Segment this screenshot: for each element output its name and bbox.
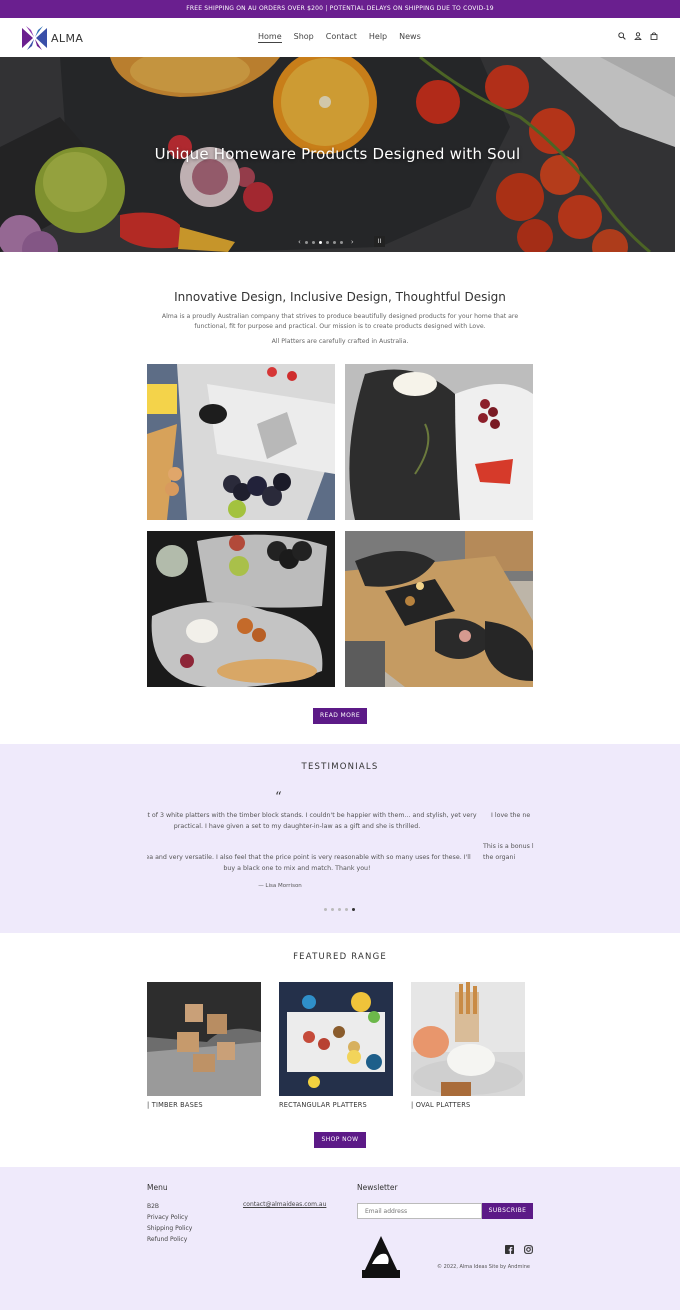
newsletter-email-input[interactable] bbox=[357, 1203, 482, 1219]
testimonial-dot[interactable] bbox=[331, 908, 334, 911]
announcement-bar: FREE SHIPPING ON AU ORDERS OVER $200 | P… bbox=[0, 0, 680, 18]
product-image[interactable] bbox=[147, 982, 261, 1096]
account-icon[interactable] bbox=[634, 32, 642, 40]
site-footer: Menu B2B Privacy Policy Shipping Policy … bbox=[0, 1167, 680, 1310]
header-icons bbox=[618, 32, 658, 40]
gallery-image bbox=[147, 531, 335, 687]
testimonials-heading: TESTIMONIALS bbox=[301, 762, 379, 772]
search-icon[interactable] bbox=[618, 32, 626, 40]
product-label[interactable]: | OVAL PLATTERS bbox=[411, 1101, 470, 1109]
slide-dot[interactable] bbox=[339, 240, 343, 244]
shop-now-button[interactable]: SHOP NOW bbox=[314, 1132, 366, 1148]
read-more-button[interactable]: READ MORE bbox=[313, 708, 367, 724]
facebook-icon[interactable] bbox=[505, 1245, 514, 1254]
logo[interactable]: ALMA bbox=[22, 26, 83, 50]
testimonial-carousel[interactable]: ased a set of 3 white platters with the … bbox=[147, 808, 534, 908]
testimonial-quote: ased a set of 3 white platters with the … bbox=[147, 812, 477, 830]
testimonial-dot[interactable] bbox=[345, 908, 348, 911]
newsletter-heading: Newsletter bbox=[357, 1183, 398, 1192]
footer-link-shipping[interactable]: Shipping Policy bbox=[147, 1223, 192, 1234]
product-image[interactable] bbox=[279, 982, 393, 1096]
quote-icon: “ bbox=[275, 790, 282, 805]
testimonial-dot[interactable] bbox=[352, 908, 355, 911]
product-image[interactable] bbox=[411, 982, 525, 1096]
slideshow-controls: ‹ › bbox=[298, 236, 354, 248]
slide-dot[interactable] bbox=[318, 240, 322, 244]
footer-menu: B2B Privacy Policy Shipping Policy Refun… bbox=[147, 1201, 192, 1245]
intro-heading: Innovative Design, Inclusive Design, Tho… bbox=[174, 290, 506, 304]
slide-prev-icon[interactable]: ‹ bbox=[298, 238, 301, 246]
hero-slideshow[interactable]: Unique Homeware Products Designed with S… bbox=[0, 57, 675, 252]
main-nav: Home Shop Contact Help News bbox=[258, 32, 421, 43]
footer-link-privacy[interactable]: Privacy Policy bbox=[147, 1212, 192, 1223]
footer-menu-heading: Menu bbox=[147, 1183, 168, 1192]
hero-title: Unique Homeware Products Designed with S… bbox=[154, 145, 521, 163]
slide-next-icon[interactable]: › bbox=[351, 238, 354, 246]
gallery-image bbox=[345, 531, 533, 687]
australian-made-badge bbox=[362, 1236, 400, 1278]
social-links bbox=[505, 1245, 533, 1254]
footer-link-refund[interactable]: Refund Policy bbox=[147, 1234, 192, 1245]
featured-heading: FEATURED RANGE bbox=[293, 952, 387, 962]
testimonial-dot[interactable] bbox=[324, 908, 327, 911]
slide-dot[interactable] bbox=[311, 240, 315, 244]
slide-dot[interactable] bbox=[332, 240, 336, 244]
intro-note: All Platters are carefully crafted in Au… bbox=[271, 338, 409, 345]
testimonial-quote: This is a bonus like the organi bbox=[483, 843, 534, 861]
nav-item-home[interactable]: Home bbox=[258, 32, 282, 43]
contact-email-link[interactable]: contact@almaideas.com.au bbox=[243, 1201, 326, 1208]
product-label[interactable]: RECTANGULAR PLATTERS bbox=[279, 1101, 367, 1109]
gallery-image bbox=[345, 364, 533, 520]
nav-item-shop[interactable]: Shop bbox=[294, 32, 314, 43]
copyright: © 2022, Alma Ideas Site by Andmine bbox=[437, 1264, 530, 1270]
brand-name: ALMA bbox=[51, 31, 84, 45]
testimonial-quote: erful idea and very versatile. I also fe… bbox=[147, 854, 471, 872]
nav-item-contact[interactable]: Contact bbox=[326, 32, 357, 43]
site-header: ALMA Home Shop Contact Help News bbox=[0, 18, 680, 57]
cart-icon[interactable] bbox=[650, 32, 658, 40]
product-label[interactable]: | TIMBER BASES bbox=[147, 1101, 203, 1109]
testimonial-quote: I love the ne bbox=[491, 812, 531, 819]
subscribe-button[interactable]: SUBSCRIBE bbox=[482, 1203, 533, 1219]
testimonial-author: — Lisa Morrison bbox=[258, 883, 302, 889]
slide-dot[interactable] bbox=[325, 240, 329, 244]
gallery-image bbox=[147, 364, 335, 520]
testimonial-dot[interactable] bbox=[338, 908, 341, 911]
instagram-icon[interactable] bbox=[524, 1245, 533, 1254]
footer-link-b2b[interactable]: B2B bbox=[147, 1201, 192, 1212]
butterfly-logo-icon bbox=[22, 26, 47, 50]
slide-dot[interactable] bbox=[304, 240, 308, 244]
testimonial-dots bbox=[324, 908, 355, 911]
intro-paragraph: Alma is a proudly Australian company tha… bbox=[161, 313, 519, 330]
nav-item-help[interactable]: Help bbox=[369, 32, 387, 43]
pause-icon[interactable]: II bbox=[374, 236, 385, 247]
nav-item-news[interactable]: News bbox=[399, 32, 421, 43]
testimonials-section: TESTIMONIALS “ ased a set of 3 white pla… bbox=[0, 744, 680, 933]
